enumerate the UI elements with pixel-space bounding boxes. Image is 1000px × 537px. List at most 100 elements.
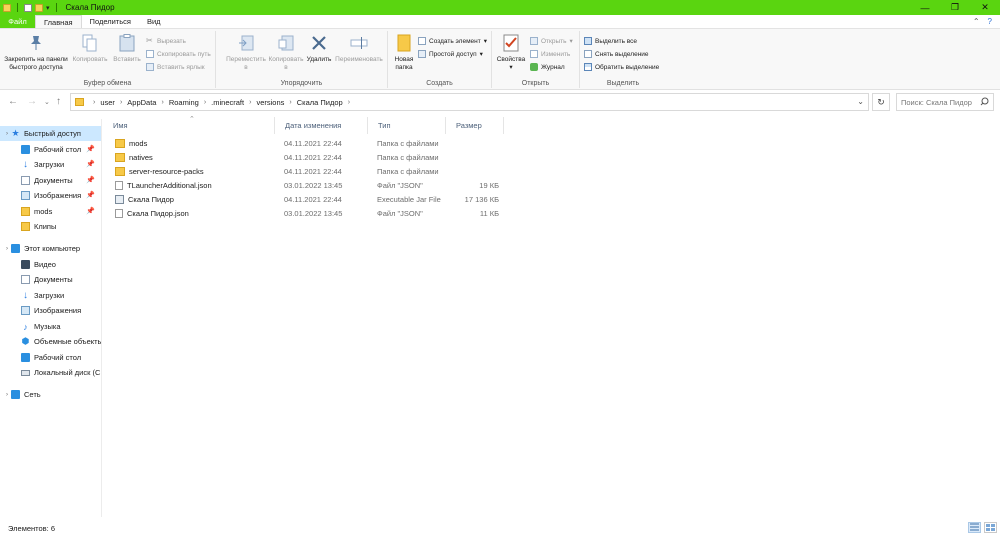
sidebar-item-videos[interactable]: Видео [0,257,101,272]
tab-share[interactable]: Поделиться [82,15,139,28]
breadcrumb-separator[interactable]: › [204,99,206,106]
new-folder-icon[interactable] [35,3,43,12]
file-type: Файл "JSON" [377,209,423,218]
easy-access-button[interactable]: Простой доступ ▾ [418,50,483,58]
file-row[interactable]: TLauncherAdditional.json 03.01.2022 13:4… [103,179,523,193]
file-date: 03.01.2022 13:45 [284,181,343,190]
new-item-button[interactable]: Создать элемент ▾ [418,37,487,45]
breadcrumb-current[interactable]: Скала Пидор [297,98,343,107]
file-type: Файл "JSON" [377,181,423,190]
open-button[interactable]: Открыть ▾ [530,37,573,45]
breadcrumb-versions[interactable]: versions [256,98,284,107]
column-header-size[interactable]: Размер [446,117,504,134]
breadcrumb-appdata[interactable]: AppData [127,98,156,107]
item-count: Элементов: 6 [8,524,56,533]
sidebar-item-music[interactable]: ♪ Музыка [0,319,101,334]
cut-button[interactable]: ✂ Вырезать [146,37,186,45]
select-all-button[interactable]: Выделить все [584,37,637,45]
sidebar-item-pc-downloads[interactable]: ↓ Загрузки [0,288,101,303]
sidebar-item-3d-objects[interactable]: ⬢ Объемные объекты [0,334,101,349]
refresh-button[interactable]: ↻ [872,93,890,111]
back-arrow-icon[interactable]: ← [8,96,18,107]
paste-shortcut-button[interactable]: Вставить ярлык [146,63,205,71]
expand-chevron-icon[interactable]: › [6,392,8,398]
breadcrumb-separator[interactable]: › [120,99,122,106]
new-item-icon [418,37,426,45]
sidebar-item-quick-access[interactable]: › ★ Быстрый доступ [0,126,101,141]
column-header-type[interactable]: Тип [368,117,446,134]
breadcrumb-separator[interactable]: › [289,99,291,106]
breadcrumb-separator[interactable]: › [161,99,163,106]
address-history-chevron-icon[interactable]: ⌄ [857,97,864,106]
file-name: TLauncherAdditional.json [127,181,212,190]
sidebar-item-pc-pictures[interactable]: Изображения [0,303,101,318]
sidebar-item-pictures[interactable]: Изображения 📌 [0,188,101,203]
sidebar-item-local-disk[interactable]: Локальный диск (C:) [0,365,101,380]
status-bar: Элементов: 6 [0,517,1000,537]
move-to-button[interactable]: Переместить в [226,33,266,72]
expand-chevron-icon[interactable]: › [6,131,8,137]
breadcrumb-user[interactable]: user [100,98,115,107]
details-view-button[interactable] [968,522,981,533]
ribbon-controls: ⌃ ? [973,17,992,26]
sidebar-item-mods[interactable]: mods 📌 [0,204,101,219]
pin-quick-access-button[interactable]: Закрепить на панели быстрого доступа [4,33,68,72]
sidebar-item-documents[interactable]: Документы 📌 [0,173,101,188]
delete-button[interactable]: Удалить [304,33,334,64]
sidebar-item-network[interactable]: › Сеть [0,387,101,402]
expand-chevron-icon[interactable]: › [6,246,8,252]
forward-arrow-icon[interactable]: → [27,96,37,107]
copy-to-icon [277,33,295,53]
file-name: server-resource-packs [129,167,204,176]
new-folder-button[interactable]: Новая папка [390,33,418,72]
sidebar-item-desktop[interactable]: Рабочий стол 📌 [0,142,101,157]
file-name-cell: natives [115,153,153,162]
sidebar-item-this-pc[interactable]: › Этот компьютер [0,241,101,256]
properties-button[interactable]: Свойства ▾ [494,33,528,72]
recent-locations-icon[interactable]: ⌄ [44,98,50,106]
file-row[interactable]: server-resource-packs 04.11.2021 22:44 П… [103,165,523,179]
tab-home[interactable]: Главная [35,15,82,28]
qat-dropdown-icon[interactable]: ▾ [46,4,50,12]
edit-button[interactable]: Изменить [530,50,570,58]
help-icon[interactable]: ? [988,17,992,26]
tab-file[interactable]: Файл [0,15,35,28]
maximize-button[interactable]: ❐ [940,0,970,15]
navigation-pane: › ★ Быстрый доступ Рабочий стол 📌 ↓ Загр… [0,119,102,517]
sidebar-item-pc-desktop[interactable]: Рабочий стол [0,350,101,365]
paste-button[interactable]: Вставить [110,33,144,64]
tab-view[interactable]: Вид [139,15,169,28]
group-label-clipboard: Буфер обмена [83,80,132,87]
copy-path-button[interactable]: Скопировать путь [146,50,211,58]
folder-icon [115,139,125,148]
sidebar-item-pc-documents[interactable]: Документы [0,272,101,287]
history-button[interactable]: Журнал [530,63,565,71]
breadcrumb-separator[interactable]: › [249,99,251,106]
up-arrow-icon[interactable]: ↑ [56,96,61,107]
large-icons-view-button[interactable] [984,522,997,533]
file-row[interactable]: Скала Пидор.json 03.01.2022 13:45 Файл "… [103,207,523,221]
sidebar-item-clips[interactable]: Клипы [0,219,101,234]
search-input[interactable]: Поиск: Скала Пидор [896,93,994,111]
file-row[interactable]: natives 04.11.2021 22:44 Папка с файлами [103,151,523,165]
pin-icon: 📌 [86,177,95,184]
select-none-button[interactable]: Снять выделение [584,50,649,58]
rename-button[interactable]: Переименовать [334,33,384,64]
file-row[interactable]: Скала Пидор 04.11.2021 22:44 Executable … [103,193,523,207]
sidebar-item-downloads[interactable]: ↓ Загрузки 📌 [0,157,101,172]
breadcrumb-roaming[interactable]: Roaming [169,98,199,107]
breadcrumb-separator[interactable]: › [348,99,350,106]
breadcrumb-minecraft[interactable]: .minecraft [211,98,244,107]
close-button[interactable]: ✕ [970,0,1000,15]
minimize-button[interactable]: — [910,0,940,15]
collapse-ribbon-icon[interactable]: ⌃ [973,17,980,26]
address-bar[interactable]: › user › AppData › Roaming › .minecraft … [70,93,869,111]
copy-to-button[interactable]: Копировать в [268,33,304,72]
properties-icon[interactable] [24,3,32,12]
copy-button[interactable]: Копировать [70,33,110,64]
column-header-name[interactable]: Имя [103,117,275,134]
invert-selection-button[interactable]: Обратить выделение [584,63,659,71]
jar-file-icon [115,195,124,204]
column-header-date[interactable]: Дата изменения [275,117,368,134]
file-row[interactable]: mods 04.11.2021 22:44 Папка с файлами [103,137,523,151]
